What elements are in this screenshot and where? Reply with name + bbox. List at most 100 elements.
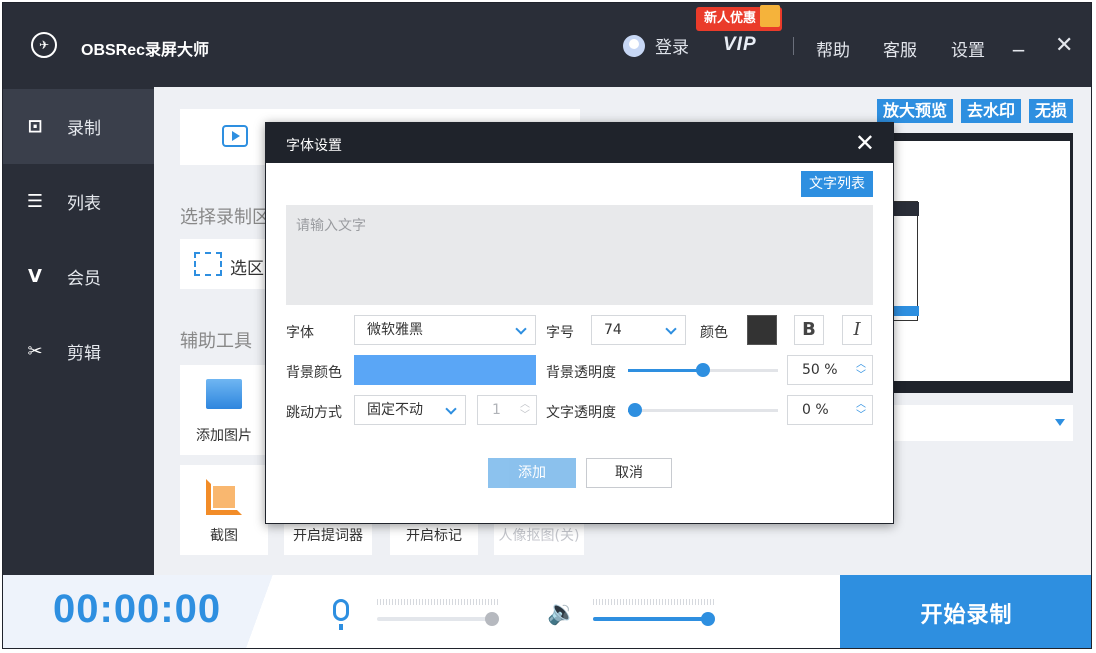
help-link[interactable]: 帮助 [816, 36, 850, 61]
title-bar: ✈ OBSRec录屏大师 新人优惠 登录 VIP 帮助 客服 设置 _ ✕ [3, 3, 1091, 87]
sidebar-item-label: 会员 [67, 269, 101, 289]
spinner-arrows-icon[interactable]: ︿ ﹀ [856, 359, 866, 381]
speaker-icon[interactable]: 🔉 [547, 599, 577, 625]
sidebar-item-edit[interactable]: ✂ 剪辑 [3, 314, 154, 389]
zoom-preview-button[interactable]: 放大预览 [876, 99, 953, 123]
add-image-tool[interactable]: 添加图片 [180, 365, 268, 455]
bottom-bar: 00:00:00 🔉 开始录制 [3, 575, 1091, 648]
title-separator [793, 37, 794, 55]
sidebar-item-label: 剪辑 [67, 344, 101, 364]
image-icon [206, 379, 242, 409]
dialog-close-button[interactable]: ✕ [855, 129, 875, 157]
select-area-label: 选择录制区 [180, 207, 270, 228]
gift-icon [760, 5, 781, 27]
source-dropdown[interactable] [890, 405, 1073, 441]
chevron-down-icon [665, 323, 677, 335]
sidebar-item-label: 列表 [67, 194, 101, 214]
bg-opacity-knob[interactable] [696, 363, 710, 377]
text-list-button[interactable]: 文字列表 [801, 171, 873, 197]
login-button[interactable]: 登录 [623, 33, 689, 58]
selection-icon [194, 252, 222, 276]
new-user-badge-label: 新人优惠 [704, 11, 757, 26]
font-select[interactable]: 微软雅黑 [354, 315, 536, 345]
cancel-button[interactable]: 取消 [586, 458, 672, 488]
tool-label: 开启提词器 [293, 528, 363, 544]
new-user-badge[interactable]: 新人优惠 [696, 5, 783, 31]
text-opacity-slider[interactable] [628, 403, 778, 417]
sidebar: ⊡ 录制 ☰ 列表 V 会员 ✂ 剪辑 [3, 87, 154, 575]
tool-label: 截图 [210, 528, 238, 544]
preview-screen [892, 141, 1070, 381]
size-label: 字号 [546, 325, 574, 341]
speaker-volume-fill [593, 617, 708, 621]
mic-volume-knob[interactable] [485, 612, 499, 626]
record-timer: 00:00:00 [53, 587, 222, 631]
font-select-value: 微软雅黑 [367, 322, 423, 338]
spinner-arrows-icon[interactable]: ︿ ﹀ [856, 399, 866, 421]
microphone-icon[interactable] [333, 599, 349, 630]
tool-label: 添加图片 [196, 428, 252, 444]
speaker-volume-slider[interactable] [593, 612, 715, 626]
tool-label: 人像抠图(关) [498, 528, 580, 544]
list-icon: ☰ [26, 191, 44, 212]
minimize-button[interactable]: _ [1013, 27, 1024, 52]
text-opacity-spinner[interactable]: 0 % ︿ ﹀ [787, 395, 873, 425]
mic-volume-slider[interactable] [377, 612, 499, 626]
size-select[interactable]: 74 [591, 315, 686, 345]
add-button[interactable]: 添加 [488, 458, 576, 488]
jump-mode-label: 跳动方式 [286, 405, 342, 421]
screenshot-tool[interactable]: 截图 [180, 465, 268, 555]
bg-opacity-label: 背景透明度 [546, 365, 616, 381]
bg-opacity-value: 50 % [802, 362, 838, 378]
tool-label: 开启标记 [406, 528, 462, 544]
scissors-icon: ✂ [27, 341, 43, 362]
record-icon: ⊡ [27, 116, 43, 137]
text-opacity-label: 文字透明度 [546, 405, 616, 421]
font-settings-dialog: 字体设置 ✕ 文字列表 字体 微软雅黑 字号 74 颜色 B I 背景颜色 背景… [265, 122, 894, 524]
user-avatar-icon [623, 34, 645, 57]
app-title: OBSRec录屏大师 [81, 42, 210, 59]
bold-button[interactable]: B [794, 315, 824, 345]
dialog-title: 字体设置 [286, 138, 342, 154]
sidebar-item-vip[interactable]: V 会员 [3, 239, 154, 314]
speaker-level-meter [593, 599, 715, 605]
mic-level-meter [377, 599, 499, 605]
speaker-volume-knob[interactable] [701, 612, 715, 626]
text-input[interactable] [286, 205, 873, 305]
bg-opacity-slider[interactable] [628, 363, 778, 377]
start-record-button[interactable]: 开始录制 [840, 575, 1091, 648]
italic-button[interactable]: I [842, 315, 872, 345]
font-label: 字体 [286, 325, 314, 341]
lossless-button[interactable]: 无损 [1028, 99, 1073, 123]
sidebar-item-list[interactable]: ☰ 列表 [3, 164, 154, 239]
tools-label: 辅助工具 [180, 331, 252, 352]
jump-count-spinner[interactable]: 1 ︿ ﹀ [477, 395, 537, 425]
app-logo-icon: ✈ [31, 32, 57, 58]
bg-color-swatch[interactable] [354, 355, 536, 385]
login-label: 登录 [655, 38, 689, 58]
jump-count-value: 1 [492, 402, 501, 418]
preview-window-thumbnail [892, 201, 919, 321]
settings-link[interactable]: 设置 [951, 36, 985, 61]
bg-opacity-spinner[interactable]: 50 % ︿ ﹀ [787, 355, 873, 385]
chevron-down-icon [445, 403, 457, 415]
text-opacity-knob[interactable] [628, 403, 642, 417]
preview-button-group: 放大预览 去水印 无损 [876, 99, 1073, 123]
crop-icon [206, 479, 242, 515]
size-select-value: 74 [604, 322, 622, 338]
service-link[interactable]: 客服 [883, 36, 917, 61]
bg-color-label: 背景颜色 [286, 365, 342, 381]
vip-button[interactable]: VIP [723, 34, 757, 56]
video-icon [222, 125, 248, 147]
jump-mode-value: 固定不动 [367, 402, 423, 418]
jump-mode-select[interactable]: 固定不动 [354, 395, 466, 425]
sidebar-item-record[interactable]: ⊡ 录制 [3, 89, 154, 164]
remove-watermark-button[interactable]: 去水印 [960, 99, 1021, 123]
text-color-swatch[interactable] [747, 315, 777, 345]
dialog-header: 字体设置 ✕ [266, 123, 893, 163]
dropdown-arrow-icon [1055, 419, 1065, 426]
sidebar-item-label: 录制 [67, 119, 101, 139]
spinner-arrows-icon[interactable]: ︿ ﹀ [520, 399, 530, 421]
text-opacity-value: 0 % [802, 402, 829, 418]
close-window-button[interactable]: ✕ [1055, 33, 1073, 58]
